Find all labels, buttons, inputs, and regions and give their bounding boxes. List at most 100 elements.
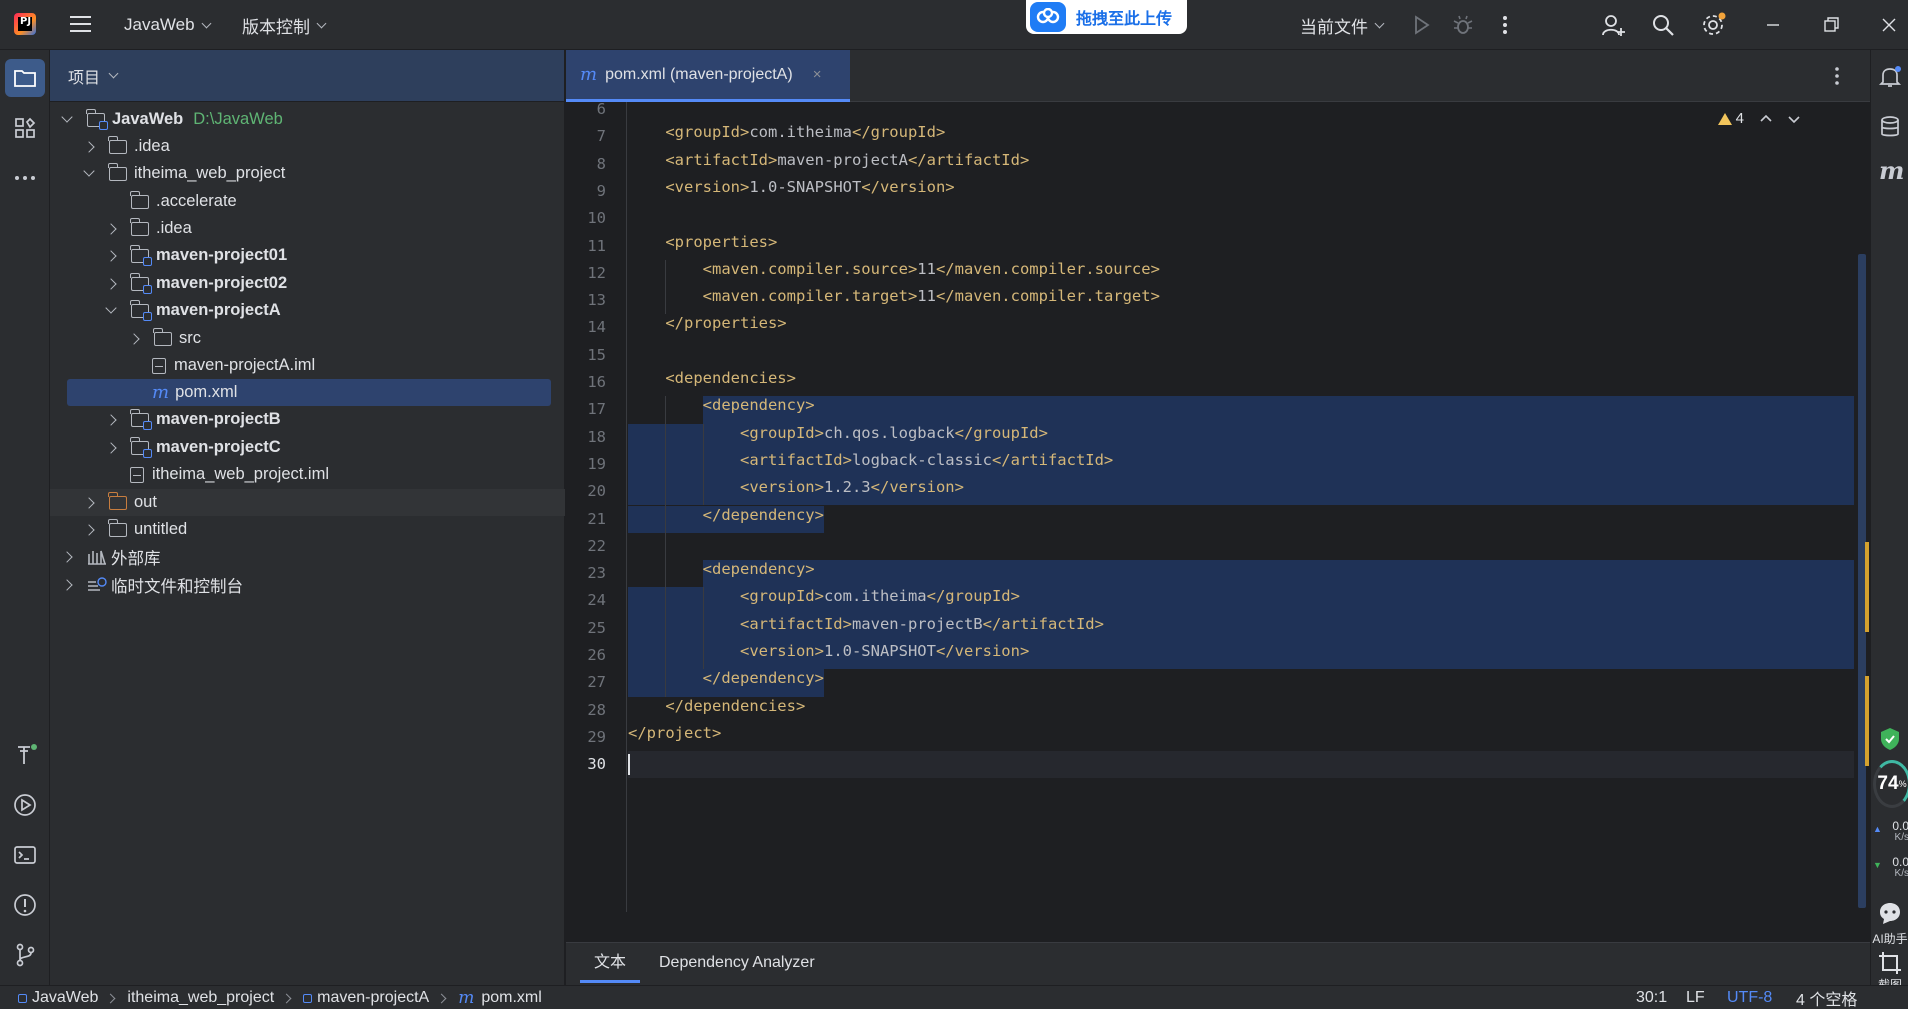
expand-arrow-icon[interactable]: [61, 550, 73, 563]
services-run-icon[interactable]: [12, 792, 38, 818]
code-line[interactable]: <version>1.0-SNAPSHOT</version>: [628, 642, 1029, 669]
search-icon[interactable]: [1650, 12, 1676, 38]
breadcrumb-item[interactable]: pom.xml: [481, 989, 541, 1007]
expand-arrow-icon[interactable]: [105, 302, 117, 314]
tree-item-untitled[interactable]: untitled: [50, 516, 565, 543]
code-line[interactable]: <artifactId>maven-projectA</artifactId>: [628, 151, 1029, 178]
tree-item-javaweb[interactable]: JavaWeb D:\JavaWeb: [50, 106, 565, 133]
tree-item-out[interactable]: out: [50, 489, 565, 516]
tree-item-itheima-web-project[interactable]: itheima_web_project: [50, 160, 565, 187]
code-line[interactable]: <properties>: [628, 233, 777, 260]
vcs-menu[interactable]: 版本控制: [242, 0, 327, 50]
code-line[interactable]: </properties>: [628, 314, 786, 341]
main-menu-icon[interactable]: [70, 16, 91, 32]
code-line[interactable]: <dependency>: [628, 396, 815, 423]
build-icon[interactable]: [12, 742, 38, 768]
expand-arrow-icon[interactable]: [61, 578, 73, 591]
problems-icon[interactable]: [12, 892, 38, 918]
structure-icon[interactable]: [12, 115, 38, 141]
terminal-icon[interactable]: [12, 842, 38, 868]
close-tab-icon[interactable]: ×: [813, 66, 822, 83]
code-line[interactable]: </dependencies>: [628, 697, 805, 724]
notifications-bell-icon[interactable]: [1877, 64, 1903, 90]
tree-item-external-libraries[interactable]: 外部库: [50, 543, 565, 570]
tree-item-pom-xml[interactable]: m pom.xml: [67, 379, 551, 406]
expand-arrow-icon[interactable]: [105, 441, 117, 454]
tree-item-accelerate[interactable]: .accelerate: [50, 188, 565, 215]
add-user-icon[interactable]: [1600, 12, 1626, 38]
more-tools-icon[interactable]: [12, 165, 38, 191]
expand-arrow-icon[interactable]: [105, 249, 117, 262]
inspection-widget[interactable]: 4: [1717, 110, 1802, 127]
tree-item-idea-2[interactable]: .idea: [50, 215, 565, 242]
screenshot-icon[interactable]: [1877, 950, 1903, 976]
tree-item-maven-projecta[interactable]: maven-projectA: [50, 297, 565, 324]
code-line[interactable]: </dependency>: [628, 506, 824, 533]
code-line[interactable]: <artifactId>logback-classic</artifactId>: [628, 451, 1113, 478]
run-icon[interactable]: [1408, 12, 1434, 38]
code-line[interactable]: <dependencies>: [628, 369, 796, 396]
project-icon[interactable]: [12, 65, 38, 91]
code-line[interactable]: <version>1.2.3</version>: [628, 478, 964, 505]
tree-item-scratches[interactable]: 临时文件和控制台: [50, 571, 565, 598]
line-separator[interactable]: LF: [1686, 986, 1705, 1009]
debug-icon[interactable]: [1450, 12, 1476, 38]
breadcrumb-item[interactable]: maven-projectA: [317, 989, 429, 1007]
code-line[interactable]: <groupId>ch.qos.logback</groupId>: [628, 424, 1048, 451]
run-config-selector[interactable]: 当前文件: [1300, 0, 1385, 50]
minimize-icon[interactable]: [1760, 12, 1786, 38]
settings-gear-icon[interactable]: [1700, 12, 1726, 38]
tree-item-maven-project02[interactable]: maven-project02: [50, 270, 565, 297]
code-line[interactable]: </project>: [628, 724, 721, 751]
tab-options-icon[interactable]: [1824, 63, 1850, 89]
close-window-icon[interactable]: [1876, 12, 1902, 38]
maven-tool-icon[interactable]: m: [1879, 156, 1904, 185]
security-shield-icon[interactable]: [1877, 726, 1903, 752]
previous-highlight-icon[interactable]: [1758, 111, 1774, 127]
restore-icon[interactable]: [1818, 12, 1844, 38]
code-line[interactable]: </dependency>: [628, 669, 824, 696]
breadcrumb-item[interactable]: itheima_web_project: [127, 989, 274, 1007]
cursor-position[interactable]: 30:1: [1636, 986, 1667, 1009]
upload-drop-button[interactable]: 拖拽至此上传: [1026, 0, 1187, 34]
tree-item-itheima-web-project-iml[interactable]: itheima_web_project.iml: [50, 461, 565, 488]
expand-arrow-icon[interactable]: [61, 111, 73, 123]
code-line[interactable]: <version>1.0-SNAPSHOT</version>: [628, 178, 954, 205]
code-area[interactable]: 6 7 8 9 10 11 12 13 14 15 16 17 18 19 20 21 22 23 24 25 26 27…: [566, 102, 1870, 912]
project-switcher[interactable]: JavaWeb: [124, 0, 212, 50]
tree-item-maven-projectc[interactable]: maven-projectC: [50, 434, 565, 461]
ai-assistant-icon[interactable]: [1877, 900, 1903, 926]
expand-arrow-icon[interactable]: [128, 332, 140, 345]
expand-arrow-icon[interactable]: [83, 140, 95, 153]
breadcrumb-item[interactable]: JavaWeb: [32, 989, 98, 1007]
tree-item-idea[interactable]: .idea: [50, 133, 565, 160]
code-line[interactable]: <maven.compiler.source>11</maven.compile…: [628, 260, 1160, 287]
ai-assistant-label[interactable]: AI助手: [1871, 930, 1908, 947]
expand-arrow-icon[interactable]: [105, 222, 117, 235]
next-highlight-icon[interactable]: [1786, 111, 1802, 127]
tree-item-maven-projecta-iml[interactable]: maven-projectA.iml: [50, 352, 565, 379]
code-line[interactable]: <maven.compiler.target>11</maven.compile…: [628, 287, 1160, 314]
tab-pom-xml[interactable]: m pom.xml (maven-projectA) ×: [566, 50, 850, 102]
app-logo-icon[interactable]: PJ: [14, 13, 36, 35]
file-encoding[interactable]: UTF-8: [1727, 986, 1772, 1009]
database-icon[interactable]: [1877, 114, 1903, 140]
git-branch-icon[interactable]: [12, 942, 38, 968]
tree-item-src[interactable]: src: [50, 325, 565, 352]
indent-setting[interactable]: 4 个空格: [1796, 986, 1857, 1009]
expand-arrow-icon[interactable]: [83, 496, 95, 509]
editor-scrollbar[interactable]: [1854, 102, 1870, 912]
tab-dependency-analyzer[interactable]: Dependency Analyzer: [659, 943, 815, 983]
expand-arrow-icon[interactable]: [105, 277, 117, 290]
tree-item-maven-project01[interactable]: maven-project01: [50, 242, 565, 269]
code-line[interactable]: <groupId>com.itheima</groupId>: [628, 123, 945, 150]
code-line[interactable]: <dependency>: [628, 560, 815, 587]
expand-arrow-icon[interactable]: [83, 165, 95, 177]
expand-arrow-icon[interactable]: [83, 523, 95, 536]
project-panel-header[interactable]: 项目: [50, 50, 564, 102]
tab-text[interactable]: 文本: [580, 943, 641, 983]
code-line[interactable]: <artifactId>maven-projectB</artifactId>: [628, 615, 1104, 642]
code-line[interactable]: <groupId>com.itheima</groupId>: [628, 587, 1020, 614]
more-options-icon[interactable]: [1492, 12, 1518, 38]
tree-item-maven-projectb[interactable]: maven-projectB: [50, 406, 565, 433]
